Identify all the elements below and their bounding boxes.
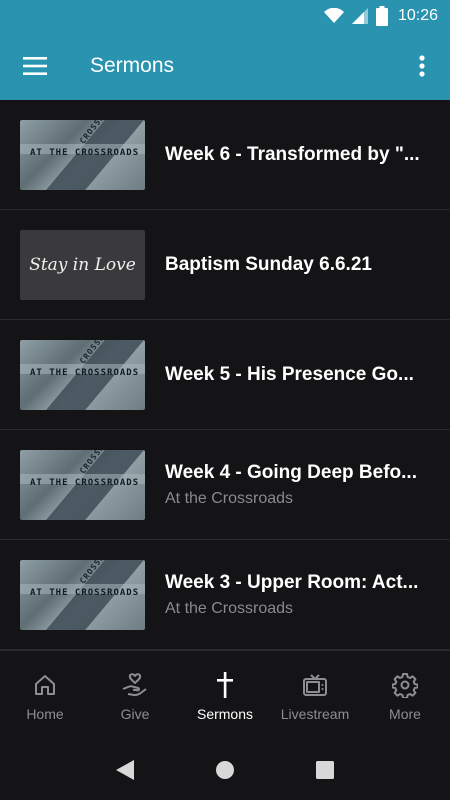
sermon-item[interactable]: AT THE CROSSROADS CROSSROADS Week 3 - Up…	[0, 540, 450, 650]
status-time: 10:26	[397, 7, 438, 24]
nav-label: Give	[120, 705, 150, 722]
sermon-thumbnail: AT THE CROSSROADS CROSSROADS	[20, 339, 145, 410]
sermon-thumbnail: AT THE CROSSROADS CROSSROADS	[20, 119, 145, 190]
gear-icon	[392, 670, 418, 700]
sermon-item[interactable]: Stay in Love Baptism Sunday 6.6.21	[0, 210, 450, 320]
sermon-thumbnail: AT THE CROSSROADS CROSSROADS	[20, 559, 145, 630]
app-root: 10:26 Sermons AT THE CROSSROADS CROSSROA…	[0, 0, 450, 800]
app-bar: Sermons	[0, 32, 450, 100]
nav-more[interactable]: More	[360, 651, 450, 740]
signal-icon	[351, 8, 368, 24]
hamburger-icon	[23, 57, 47, 75]
nav-sermons[interactable]: Sermons	[180, 651, 270, 740]
wifi-icon	[323, 8, 344, 24]
sermon-title: Baptism Sunday 6.6.21	[165, 253, 372, 275]
system-back-button[interactable]	[95, 740, 155, 800]
overflow-menu-button[interactable]	[394, 32, 450, 100]
sermon-series: At the Crossroads	[165, 599, 294, 617]
nav-give[interactable]: Give	[90, 651, 180, 740]
system-nav-bar	[0, 740, 450, 800]
nav-livestream[interactable]: Livestream	[270, 651, 360, 740]
nav-label: Home	[26, 705, 64, 722]
system-recents-button[interactable]	[295, 740, 355, 800]
tv-icon	[302, 670, 328, 700]
status-bar: 10:26	[0, 0, 450, 32]
sermon-title: Week 5 - His Presence Go...	[165, 363, 414, 385]
nav-label: More	[389, 705, 421, 722]
give-icon	[121, 670, 149, 700]
system-home-button[interactable]	[195, 740, 255, 800]
sermon-thumbnail: Stay in Love	[20, 229, 145, 300]
battery-icon	[375, 6, 388, 26]
recents-square-icon	[316, 761, 334, 779]
sermon-series: At the Crossroads	[165, 489, 294, 507]
nav-home[interactable]: Home	[0, 651, 90, 740]
sermon-item[interactable]: AT THE CROSSROADS CROSSROADS Week 5 - Hi…	[0, 320, 450, 430]
nav-label: Livestream	[280, 705, 350, 722]
sermon-title: Week 3 - Upper Room: Act...	[165, 571, 419, 593]
sermon-title: Week 6 - Transformed by "...	[165, 143, 420, 165]
menu-button[interactable]	[0, 32, 70, 100]
nav-label: Sermons	[196, 705, 254, 722]
sermon-item[interactable]: AT THE CROSSROADS CROSSROADS Week 4 - Go…	[0, 430, 450, 540]
page-title: Sermons	[90, 54, 175, 77]
back-triangle-icon	[116, 760, 134, 780]
cross-icon	[216, 670, 234, 700]
home-circle-icon	[216, 761, 234, 779]
sermon-item[interactable]: AT THE CROSSROADS CROSSROADS Week 6 - Tr…	[0, 100, 450, 210]
sermon-title: Week 4 - Going Deep Befo...	[165, 461, 417, 483]
home-icon	[33, 670, 57, 700]
sermon-thumbnail: AT THE CROSSROADS CROSSROADS	[20, 449, 145, 520]
more-vert-icon	[419, 55, 425, 77]
bottom-nav: Home Give Sermons Livestream More	[0, 650, 450, 740]
sermon-list: AT THE CROSSROADS CROSSROADS Week 6 - Tr…	[0, 100, 450, 650]
